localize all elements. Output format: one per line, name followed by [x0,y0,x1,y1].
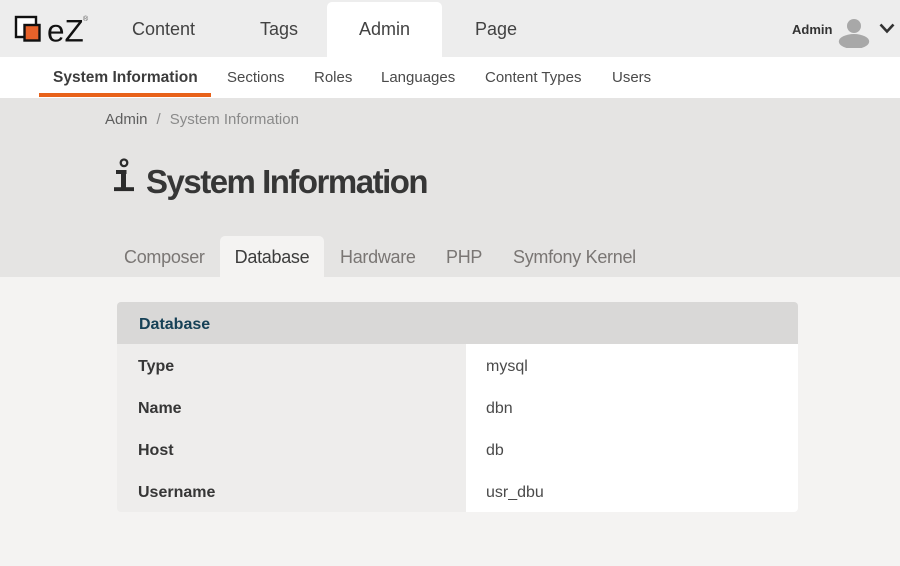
svg-text:eZ: eZ [47,13,84,45]
svg-text:®: ® [83,15,89,23]
